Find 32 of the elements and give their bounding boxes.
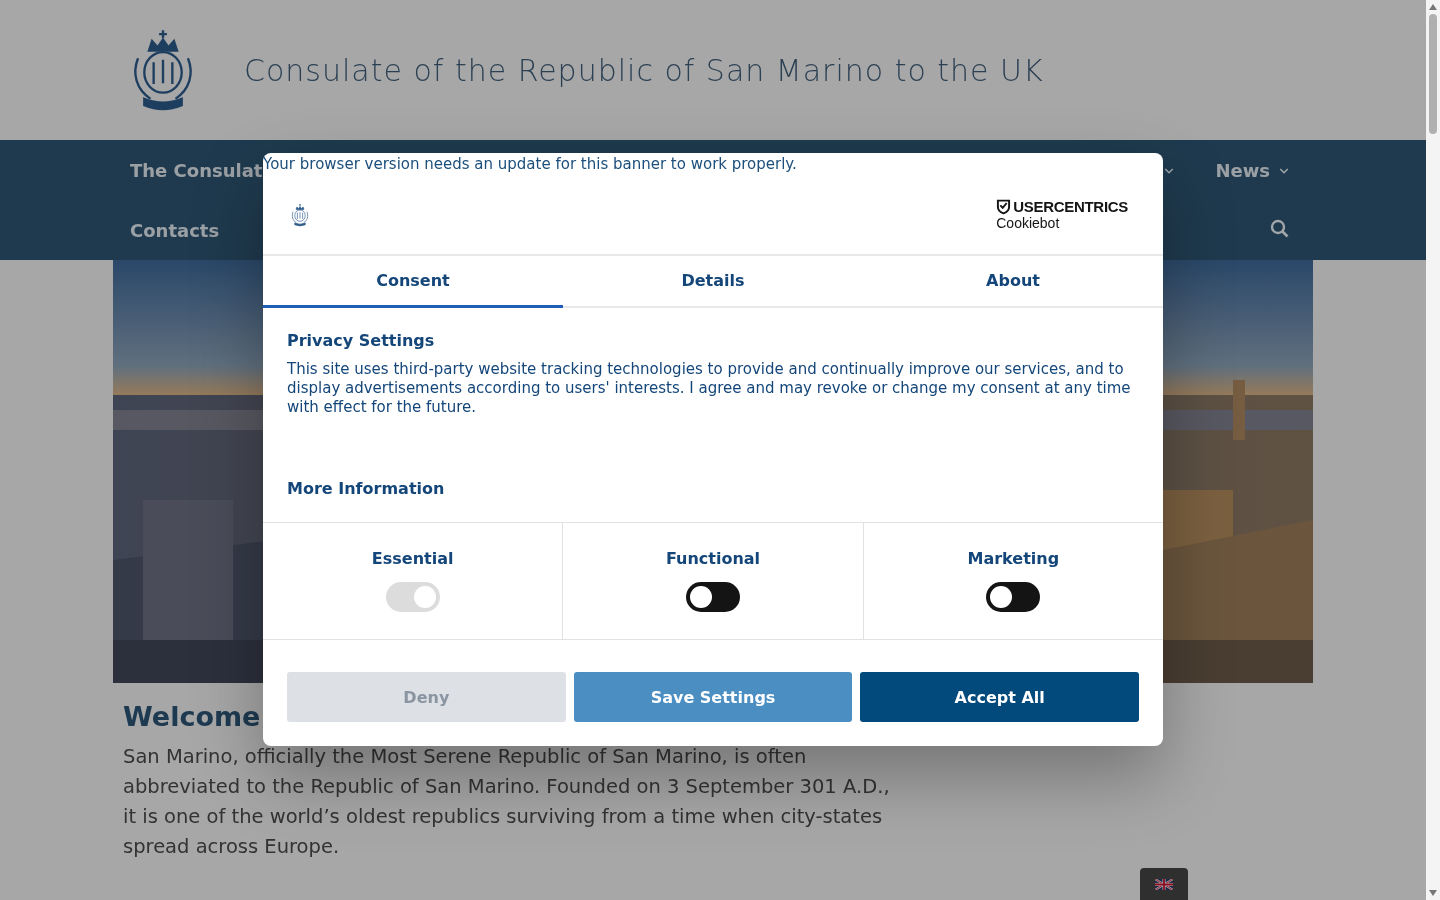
shield-icon (996, 198, 1012, 215)
accept-all-button[interactable]: Accept All (860, 672, 1139, 722)
deny-button[interactable]: Deny (287, 672, 566, 722)
section-heading: Privacy Settings (287, 331, 436, 350)
coat-of-arms-logo (289, 202, 311, 227)
tab[interactable]: Details (563, 256, 863, 308)
flag-icon (1155, 879, 1173, 890)
scroll-down-arrow-icon[interactable] (1428, 888, 1438, 898)
scrollbar[interactable] (1426, 0, 1440, 900)
category-label: Marketing (967, 549, 1060, 568)
product-name: Cookiebot (996, 215, 1061, 231)
search-icon[interactable] (1270, 219, 1290, 239)
intro-paragraph: San Marino, officially the Most Serene Republic of San Marino, is often abbreviated to the Republic of San Marino. Founded on 3 September 301 A.D., it is one of the world’s oldest republics surviving from a time when city-states spread across Europe. (123, 744, 891, 860)
scroll-up-arrow-icon[interactable] (1428, 2, 1438, 12)
browser-notice: Your browser version needs an update for this banner to work properly. (263, 154, 798, 175)
nav-item[interactable]: News (1215, 159, 1290, 181)
save-settings-button[interactable]: Save Settings (573, 672, 853, 722)
consent-text: This site uses third-party website tracking technologies to provide and continually improve our services, and to display advertisements according to users' interests. I agree and may revoke or change my consent at any time with effect for the future. (287, 360, 1132, 418)
tab[interactable]: Consent (263, 256, 563, 308)
page-heading: Welcome (123, 701, 261, 732)
nav-item[interactable]: Contacts (130, 219, 220, 241)
language-button[interactable] (1140, 868, 1188, 900)
brand-name: USERCENTRICS (1013, 198, 1128, 215)
scrollbar-thumb[interactable] (1429, 14, 1437, 134)
category-label: Functional (665, 549, 761, 568)
site-title[interactable]: Consulate of the Republic of San Marino to the UK (244, 52, 1044, 88)
tab[interactable]: About (863, 256, 1163, 308)
toggle-switch[interactable] (986, 582, 1041, 612)
more-information-link[interactable]: More Information (287, 479, 445, 498)
category-label: Essential (371, 549, 454, 568)
nav-item[interactable]: The Consulat (130, 159, 263, 181)
toggle-switch[interactable] (686, 582, 740, 612)
